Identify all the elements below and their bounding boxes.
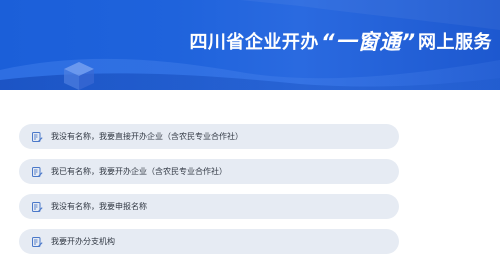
document-edit-icon [32, 166, 43, 177]
header-banner: 四川省企业开办 “一窗通” 网上服务 [0, 0, 500, 90]
document-edit-icon [32, 131, 43, 142]
title-highlight: “一窗通” [320, 30, 416, 54]
option-label: 我要开办分支机构 [51, 237, 115, 246]
option-direct-open-enterprise[interactable]: 我没有名称，我要直接开办企业（含农民专业合作社） [19, 124, 399, 149]
page-title: 四川省企业开办 “一窗通” 网上服务 [189, 26, 492, 56]
isometric-cube-icon [64, 62, 94, 90]
document-edit-icon [32, 236, 43, 247]
option-label: 我没有名称，我要申报名称 [51, 202, 147, 211]
option-list: 我没有名称，我要直接开办企业（含农民专业合作社） 我已有名称，我要开办企业（含农… [19, 124, 399, 264]
option-label: 我没有名称，我要直接开办企业（含农民专业合作社） [51, 132, 243, 141]
option-apply-for-name[interactable]: 我没有名称，我要申报名称 [19, 194, 399, 219]
option-open-branch[interactable]: 我要开办分支机构 [19, 229, 399, 254]
title-suffix: 网上服务 [418, 32, 492, 53]
page: 四川省企业开办 “一窗通” 网上服务 我没有名称，我要直接开办企业（含农民专业合… [0, 0, 500, 275]
option-label: 我已有名称，我要开办企业（含农民专业合作社） [51, 167, 227, 176]
title-prefix: 四川省企业开办 [189, 32, 319, 53]
option-open-enterprise-with-name[interactable]: 我已有名称，我要开办企业（含农民专业合作社） [19, 159, 399, 184]
document-edit-icon [32, 201, 43, 212]
